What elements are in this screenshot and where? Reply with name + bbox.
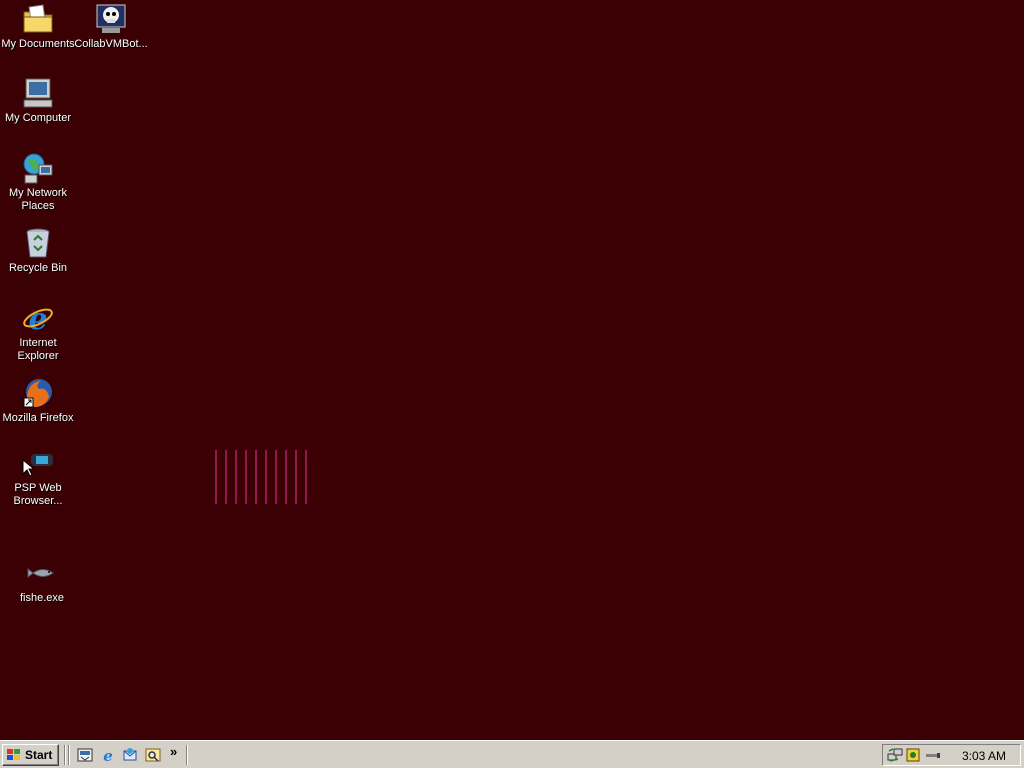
desktop-icon-label: Internet Explorer [17, 337, 59, 362]
svg-text:e: e [28, 302, 47, 335]
desktop-icon-my-computer[interactable]: My Computer [0, 76, 76, 125]
desktop-icon-collabvmbot[interactable]: CollabVMBot... [73, 2, 149, 51]
desktop-icon-mozilla-firefox[interactable]: Mozilla Firefox [0, 376, 76, 425]
desktop-icon-label: Recycle Bin [8, 262, 68, 274]
desktop-icon-label: PSP Web Browser... [13, 482, 63, 507]
taskbar-separator [186, 745, 188, 765]
desktop-icon-psp-web-browser[interactable]: PSP Web Browser... [0, 446, 76, 508]
system-tray: 3:03 AM [882, 744, 1021, 766]
clock[interactable]: 3:03 AM [962, 749, 1006, 763]
windows-media-icon[interactable] [145, 747, 161, 763]
desktop-icon-recycle-bin[interactable]: Recycle Bin [0, 226, 76, 275]
recycle-bin-icon [26, 228, 50, 258]
desktop-icon-label: My Network Places [8, 187, 68, 212]
folder-documents-icon [23, 4, 53, 33]
desktop-icon-label: Mozilla Firefox [2, 412, 74, 424]
desktop-icon-fishe-exe[interactable]: fishe.exe [4, 556, 80, 605]
stripe-artifact [215, 450, 307, 504]
skull-computer-icon [96, 4, 126, 33]
internet-explorer-icon[interactable]: e [100, 747, 116, 763]
network-places-icon [23, 153, 53, 184]
firefox-icon [23, 379, 52, 408]
outlook-express-icon[interactable] [122, 747, 138, 763]
show-desktop-icon[interactable] [77, 747, 93, 763]
computer-icon [23, 78, 53, 108]
desktop-icon-my-network-places[interactable]: My Network Places [0, 151, 76, 213]
desktop-icon-label: CollabVMBot... [74, 38, 148, 50]
start-label: Start [25, 748, 53, 762]
desktop-icon-label: My Documents [1, 38, 75, 50]
taskbar-separator [64, 745, 66, 765]
windows-logo-icon [7, 749, 20, 760]
network-icon[interactable] [887, 747, 903, 763]
desktop[interactable]: My Documents CollabVMBot... My Computer [0, 0, 1024, 740]
quick-launch-grip[interactable] [68, 745, 70, 765]
svg-text:e: e [103, 747, 113, 763]
desktop-icon-label: My Computer [4, 112, 72, 124]
fish-icon [27, 567, 54, 579]
desktop-icon-my-documents[interactable]: My Documents [0, 2, 76, 51]
taskbar: Start e » 3:03 AM [0, 740, 1024, 768]
security-icon[interactable] [905, 747, 921, 763]
psp-device-icon [22, 454, 53, 477]
desktop-icon-label: fishe.exe [19, 592, 65, 604]
usb-icon[interactable] [925, 747, 941, 763]
internet-explorer-icon: e [23, 302, 53, 335]
start-button[interactable]: Start [2, 744, 59, 766]
quick-launch-chevron[interactable]: » [170, 744, 177, 759]
desktop-icon-internet-explorer[interactable]: e Internet Explorer [0, 301, 76, 363]
